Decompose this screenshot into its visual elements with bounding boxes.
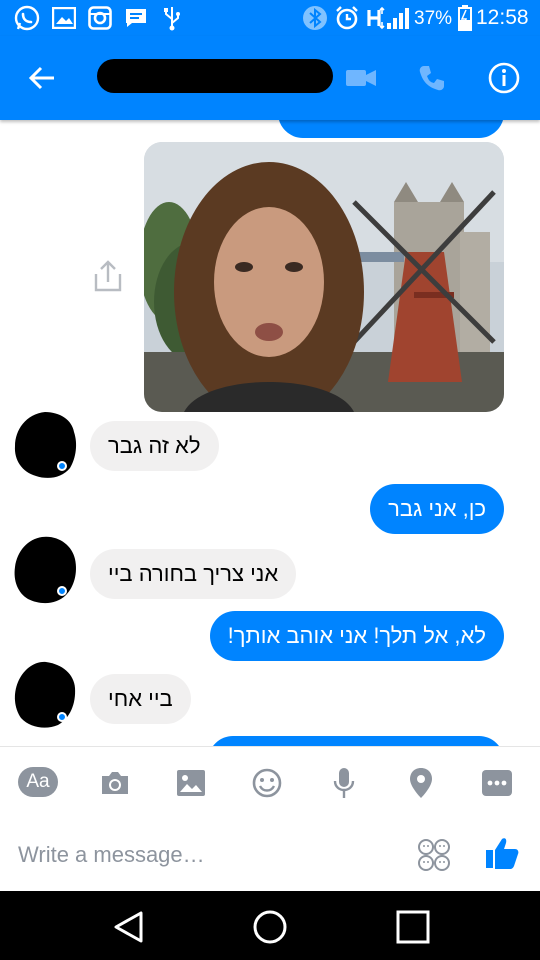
back-arrow-icon: [28, 66, 54, 90]
android-nav-bar: [0, 891, 540, 960]
usb-icon: [162, 5, 182, 31]
info-icon: [488, 62, 520, 94]
stickers-icon[interactable]: [414, 837, 454, 873]
seen-indicator: [57, 586, 67, 596]
message-input[interactable]: [18, 837, 398, 873]
battery-percent: 37%: [414, 8, 453, 29]
signal-icon: [386, 5, 412, 31]
conversation-header: [0, 36, 540, 120]
message-icon: [124, 5, 148, 31]
text-format-button[interactable]: Aa: [18, 767, 58, 797]
battery-icon: [458, 5, 472, 31]
composer-input-row: [0, 819, 540, 891]
nav-back-button[interactable]: [108, 907, 148, 947]
clock: 12:58: [476, 6, 529, 29]
status-bar: 37% 12:58: [0, 0, 540, 36]
message-bubble-outgoing[interactable]: כן, אני גבר: [370, 484, 504, 534]
gallery-icon: [52, 5, 76, 31]
location-icon[interactable]: [401, 765, 441, 801]
microphone-icon[interactable]: [324, 765, 364, 801]
message-bubble-incoming[interactable]: אני צריך בחורה ביי: [90, 549, 297, 599]
camera-icon[interactable]: [95, 765, 135, 801]
video-call-button[interactable]: [342, 60, 380, 96]
seen-indicator: [57, 461, 67, 471]
home-circle-icon: [253, 910, 287, 944]
phone-call-icon: [419, 66, 444, 91]
back-triangle-icon: [114, 911, 143, 943]
message-bubble-incoming[interactable]: ביי אחי: [90, 674, 191, 724]
recents-square-icon: [396, 910, 430, 944]
info-button[interactable]: [486, 60, 522, 96]
photo-message[interactable]: [144, 142, 504, 412]
thumbs-up-icon[interactable]: [482, 835, 522, 871]
whatsapp-icon: [14, 5, 40, 31]
share-icon[interactable]: [90, 258, 126, 294]
emoji-icon[interactable]: [247, 765, 287, 801]
avatar-redacted[interactable]: [12, 410, 78, 480]
message-bubble-partial[interactable]: [278, 120, 504, 138]
phone-call-button[interactable]: [414, 60, 450, 96]
composer-toolbar: Aa: [0, 747, 540, 819]
nav-home-button[interactable]: [250, 907, 290, 947]
contact-name-redacted[interactable]: [97, 59, 333, 93]
back-button[interactable]: [22, 58, 62, 98]
message-bubble-incoming[interactable]: לא זה גבר: [90, 421, 219, 471]
alarm-icon: [334, 5, 360, 31]
message-bubble-outgoing[interactable]: לא, אל תלך! אני אוהב אותך!: [209, 611, 504, 661]
more-icon[interactable]: [477, 765, 517, 801]
message-list[interactable]: לא זה גבר כן, אני גבר אני צריך בחורה ביי…: [0, 120, 540, 746]
instagram-icon: [88, 5, 112, 31]
nav-recents-button[interactable]: [393, 907, 433, 947]
avatar-redacted[interactable]: [12, 660, 78, 730]
seen-indicator: [57, 712, 67, 722]
video-call-icon: [346, 70, 376, 86]
message-bubble-partial[interactable]: [208, 736, 504, 746]
avatar-redacted[interactable]: [12, 535, 78, 605]
gallery-icon[interactable]: [171, 765, 211, 801]
bluetooth-icon: [302, 5, 328, 31]
data-h-icon: [366, 5, 386, 31]
